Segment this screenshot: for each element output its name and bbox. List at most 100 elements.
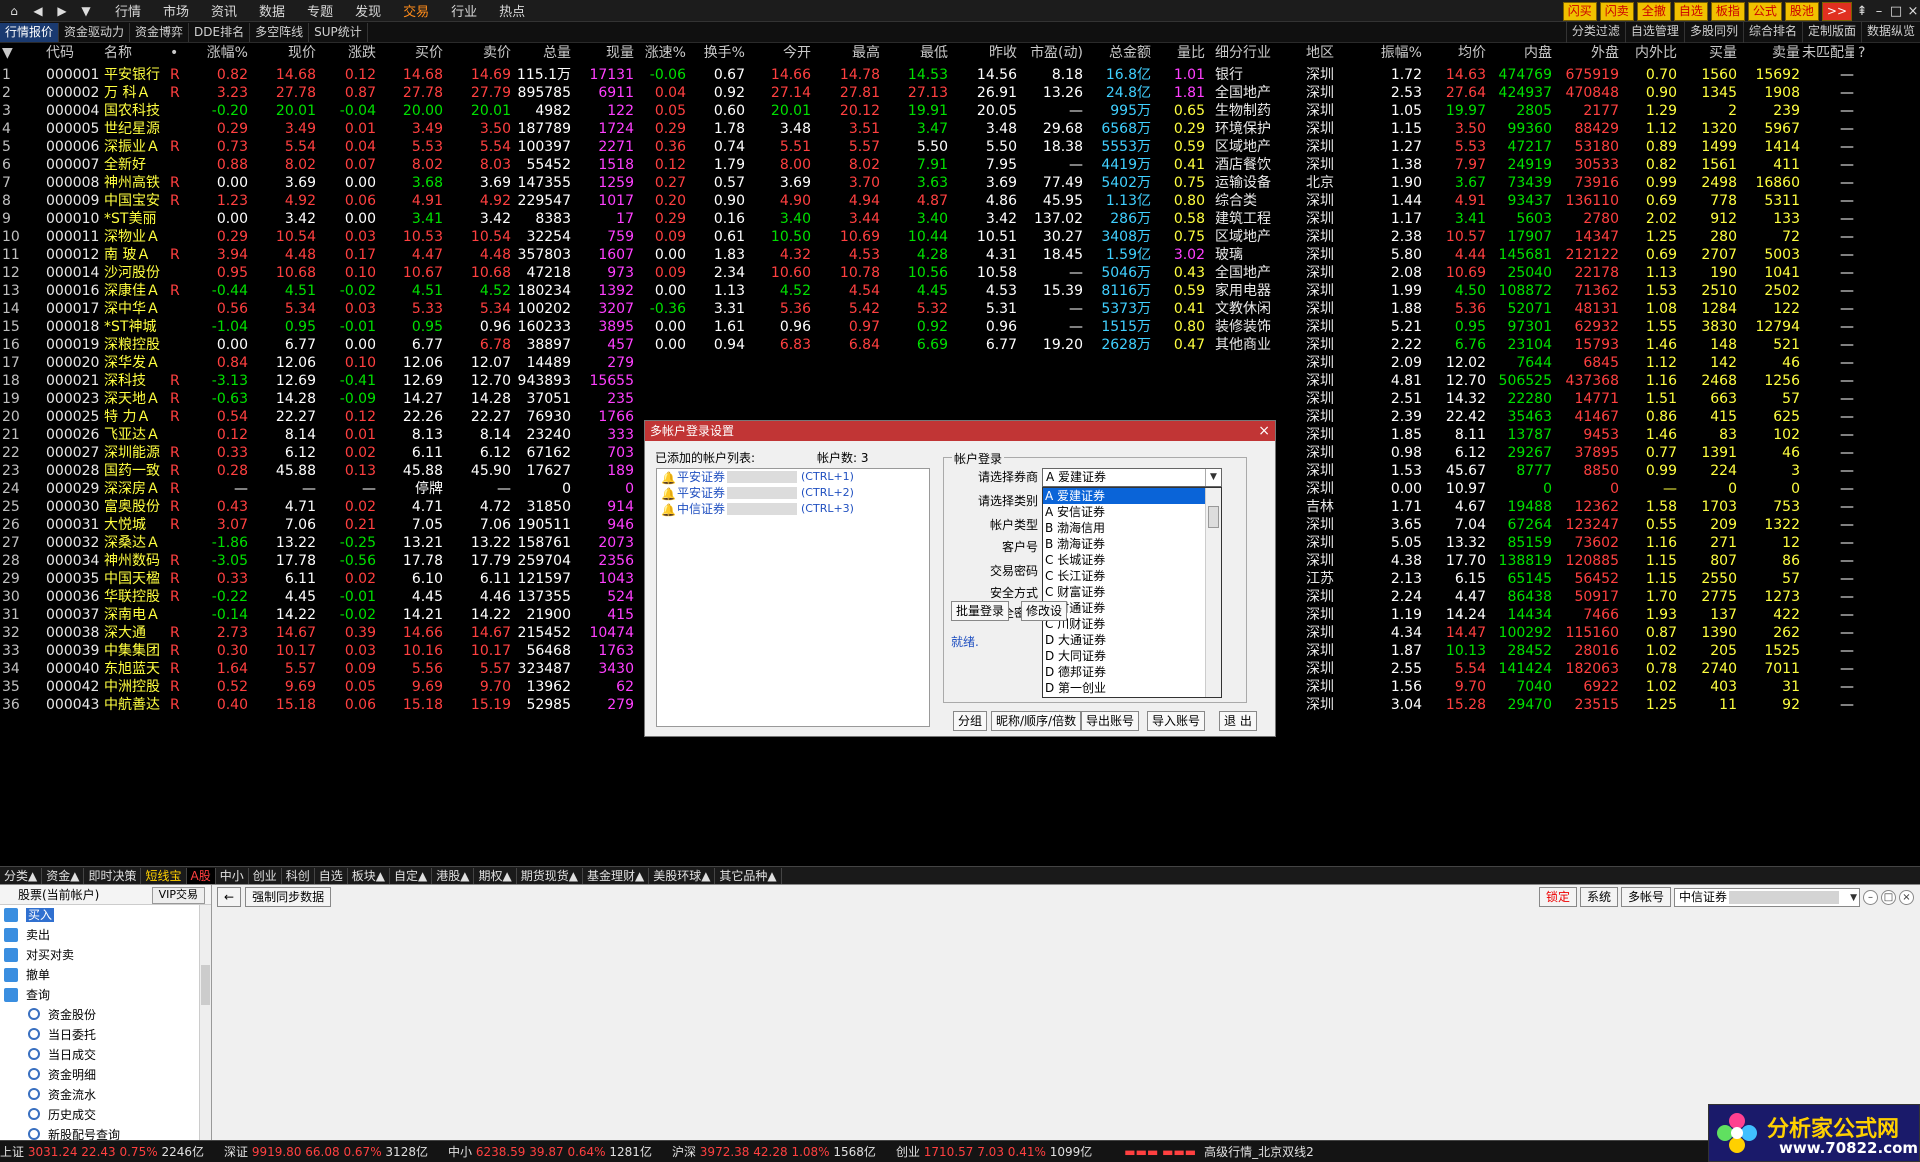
force-sync-button[interactable]: 强制同步数据	[245, 887, 332, 907]
header-col-17[interactable]: 市盈(动)	[1019, 43, 1083, 65]
header-col-18[interactable]: 总金额	[1085, 43, 1151, 65]
account-item[interactable]: 🔔 中信证券 (CTRL+3)	[657, 501, 929, 517]
account-item[interactable]: 🔔 平安证券 (CTRL+2)	[657, 485, 929, 501]
query-item-0[interactable]: 资金股份	[0, 1005, 211, 1025]
sub-tab-3[interactable]: DDE排名	[189, 22, 251, 42]
market-tab-16[interactable]: 其它品种▲	[715, 867, 782, 884]
market-tab-15[interactable]: 美股环球▲	[649, 867, 716, 884]
tool-button-3[interactable]: 自选	[1673, 2, 1708, 21]
tool-button-1[interactable]: 闪卖	[1599, 2, 1634, 21]
query-item-4[interactable]: 资金流水	[0, 1085, 211, 1105]
header-col-13[interactable]: 今开	[747, 43, 811, 65]
tree-item-2[interactable]: 对买对卖	[0, 945, 211, 965]
sort-chevron-icon[interactable]: ▼	[2, 43, 24, 65]
tool-button-4[interactable]: 板指	[1710, 2, 1745, 21]
batch-login-button[interactable]: 批量登录	[951, 601, 1010, 621]
dialog-button-1[interactable]: 昵称/顺序/倍数	[991, 711, 1082, 731]
header-col-24[interactable]: 内盘	[1488, 43, 1552, 65]
market-tab-12[interactable]: 期权▲	[474, 867, 517, 884]
query-item-5[interactable]: 历史成交	[0, 1105, 211, 1125]
system-button[interactable]: 系统	[1579, 887, 1618, 907]
menu-6[interactable]: 交易	[392, 1, 440, 20]
menu-1[interactable]: 市场	[152, 1, 200, 20]
close-icon[interactable]: ×	[1906, 4, 1920, 19]
tool-button-7[interactable]: >>	[1821, 2, 1852, 21]
multi-account-button[interactable]: 多帐号	[1620, 887, 1671, 907]
header-col-21[interactable]: 地区	[1306, 43, 1360, 65]
header-col-14[interactable]: 最高	[813, 43, 880, 65]
query-item-2[interactable]: 当日成交	[0, 1045, 211, 1065]
lock-button[interactable]: 锁定	[1538, 887, 1577, 907]
tool-button-6[interactable]: 股池	[1784, 2, 1819, 21]
dialog-button-0[interactable]: 分组	[953, 711, 988, 731]
header-col-7[interactable]: 买价	[378, 43, 443, 65]
sub-tab-right-5[interactable]: 数据纵览	[1860, 22, 1920, 43]
header-col-8[interactable]: 卖价	[445, 43, 511, 65]
account-item[interactable]: 🔔 平安证券 (CTRL+1)	[657, 469, 929, 485]
broker-option[interactable]: A 安信证券	[1043, 504, 1205, 520]
header-col-29[interactable]: 未匹配量	[1802, 43, 1854, 65]
query-item-1[interactable]: 当日委托	[0, 1025, 211, 1045]
header-col-2[interactable]: 名称	[104, 43, 168, 65]
header-col-22[interactable]: 振幅%	[1364, 43, 1422, 65]
index-1[interactable]: 深证 9919.80 66.08 0.67% 3128亿	[224, 1143, 428, 1160]
market-tab-0[interactable]: 分类▲	[0, 867, 43, 884]
minimize-icon[interactable]: –	[1863, 889, 1878, 905]
menu-2[interactable]: 资讯	[200, 1, 248, 20]
header-col-16[interactable]: 昨收	[950, 43, 1017, 65]
index-3[interactable]: 沪深 3972.38 42.28 1.08% 1568亿	[672, 1143, 876, 1160]
tool-button-2[interactable]: 全撤	[1636, 2, 1671, 21]
dialog-button-4[interactable]: 退 出	[1219, 711, 1257, 731]
market-tab-5[interactable]: 中小	[216, 867, 249, 884]
market-tab-14[interactable]: 基金理财▲	[583, 867, 650, 884]
header-col-30[interactable]: ?	[1858, 43, 1878, 65]
modify-settings-button[interactable]: 修改设	[1021, 601, 1068, 621]
header-col-4[interactable]: 涨幅%	[190, 43, 248, 65]
tree-item-3[interactable]: 撤单	[0, 965, 211, 985]
header-col-28[interactable]: 卖量	[1739, 43, 1800, 65]
broker-option[interactable]: B 渤海信用	[1043, 520, 1205, 536]
broker-option[interactable]: D 德邦证券	[1043, 664, 1205, 680]
index-2[interactable]: 中小 6238.59 39.87 0.64% 1281亿	[448, 1143, 652, 1160]
header-col-9[interactable]: 总量	[512, 43, 571, 65]
broker-option[interactable]: C 川财证券	[1043, 616, 1205, 632]
header-col-12[interactable]: 换手%	[688, 43, 745, 65]
market-tab-8[interactable]: 自选	[315, 867, 348, 884]
menu-0[interactable]: 行情	[104, 1, 152, 20]
market-tab-4[interactable]: A股	[186, 867, 216, 884]
menu-5[interactable]: 发现	[344, 1, 392, 20]
header-col-3[interactable]: •	[170, 43, 192, 65]
header-col-19[interactable]: 量比	[1153, 43, 1205, 65]
market-tab-10[interactable]: 自定▲	[390, 867, 433, 884]
header-col-26[interactable]: 内外比	[1621, 43, 1677, 65]
header-col-27[interactable]: 买量	[1679, 43, 1737, 65]
broker-list-scrollbar[interactable]	[1205, 488, 1221, 697]
restore-icon[interactable]: □	[1881, 889, 1896, 905]
back-icon[interactable]: ◀	[28, 3, 48, 19]
market-tab-9[interactable]: 板块▲	[348, 867, 391, 884]
sub-tab-5[interactable]: SUP统计	[309, 22, 368, 42]
market-tab-3[interactable]: 短线宝	[141, 867, 187, 884]
market-tab-2[interactable]: 即时决策	[84, 867, 142, 884]
header-col-6[interactable]: 涨跌	[318, 43, 376, 65]
server-label[interactable]: 高级行情_北京双线2	[1204, 1143, 1314, 1160]
maximize-icon[interactable]: □	[1889, 4, 1903, 19]
dialog-button-3[interactable]: 导入账号	[1147, 711, 1206, 731]
sub-tab-right-3[interactable]: 综合排名	[1742, 22, 1802, 43]
market-tab-13[interactable]: 期货现货▲	[517, 867, 583, 884]
close-icon[interactable]: ×	[1258, 421, 1270, 441]
header-col-15[interactable]: 最低	[882, 43, 948, 65]
menu-3[interactable]: 数据	[248, 1, 296, 20]
account-list[interactable]: 🔔 平安证券 (CTRL+1) 🔔 平安证券 (CTRL+2) 🔔 中信证券 (CTRL+3)	[656, 468, 930, 727]
market-tab-1[interactable]: 资金▲	[42, 867, 85, 884]
header-col-11[interactable]: 涨速%	[636, 43, 686, 65]
broker-option[interactable]: D 第一创业	[1043, 680, 1205, 696]
header-col-25[interactable]: 外盘	[1554, 43, 1619, 65]
broker-option[interactable]: D 大同证券	[1043, 648, 1205, 664]
broker-dropdown-list[interactable]: A 爱建证券 A 安信证券 B 渤海信用 B 渤海证券 C 长城证券 C 长江证券 C 财富…	[1042, 487, 1222, 698]
broker-option[interactable]: A 爱建证券	[1043, 488, 1205, 504]
broker-option[interactable]: C 财富证券	[1043, 584, 1205, 600]
sub-tab-right-0[interactable]: 分类过滤	[1565, 22, 1625, 43]
tool-button-5[interactable]: 公式	[1747, 2, 1782, 21]
broker-select[interactable]: A 爱建证券 ▼	[1042, 468, 1222, 487]
